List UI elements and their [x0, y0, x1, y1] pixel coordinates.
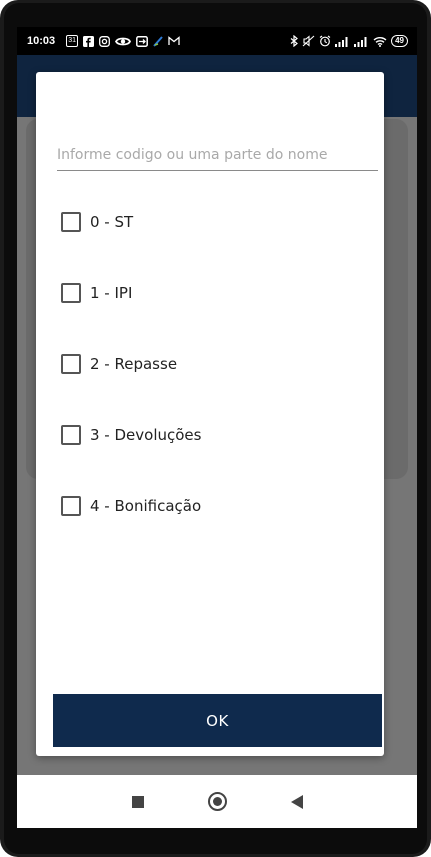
calendar-date: 31	[68, 37, 77, 44]
mute-icon	[302, 35, 315, 47]
search-input[interactable]	[57, 142, 378, 168]
checkbox[interactable]	[61, 212, 81, 232]
checkbox[interactable]	[61, 354, 81, 374]
status-time: 10:03	[27, 35, 56, 47]
option-item-ipi[interactable]: 1 - IPI	[61, 283, 361, 354]
option-item-st[interactable]: 0 - ST	[61, 212, 361, 283]
checkbox[interactable]	[61, 425, 81, 445]
option-label: 0 - ST	[90, 213, 134, 231]
option-item-bonificacao[interactable]: 4 - Bonificação	[61, 496, 361, 567]
back-icon[interactable]	[290, 794, 303, 809]
checkbox[interactable]	[61, 283, 81, 303]
wifi-icon	[373, 36, 387, 47]
search-field	[57, 142, 378, 171]
screen: 10:03 31 49 Informe codigo ou uma parte …	[17, 27, 417, 828]
select-dialog: 0 - ST 1 - IPI 2 - Repasse 3 - Devoluçõe…	[36, 72, 384, 756]
device-frame: 10:03 31 49 Informe codigo ou uma parte …	[0, 0, 431, 857]
home-icon[interactable]	[207, 792, 227, 811]
nav-bar	[17, 775, 417, 828]
option-label: 3 - Devoluções	[90, 426, 202, 444]
signal-icon	[354, 36, 369, 47]
facebook-icon	[83, 35, 95, 47]
option-label: 1 - IPI	[90, 284, 133, 302]
eye-icon	[115, 36, 132, 47]
option-list: 0 - ST 1 - IPI 2 - Repasse 3 - Devoluçõe…	[61, 212, 361, 567]
bluetooth-icon	[290, 35, 299, 47]
option-item-devolucoes[interactable]: 3 - Devoluções	[61, 425, 361, 496]
battery-icon: 49	[391, 35, 408, 47]
battery-level: 49	[395, 36, 404, 45]
option-item-repasse[interactable]: 2 - Repasse	[61, 354, 361, 425]
status-bar: 10:03 31 49	[17, 27, 417, 55]
option-label: 4 - Bonificação	[90, 497, 202, 515]
option-label: 2 - Repasse	[90, 355, 178, 373]
gmail-icon	[168, 36, 180, 46]
recents-icon[interactable]	[131, 795, 144, 808]
screen-mirror-icon	[136, 35, 149, 47]
instagram-icon	[99, 35, 111, 47]
shade-icon	[153, 35, 163, 47]
alarm-icon	[319, 35, 331, 47]
checkbox[interactable]	[61, 496, 81, 516]
status-right: 49	[290, 35, 408, 47]
signal-icon	[335, 36, 350, 47]
status-left: 10:03 31	[27, 35, 180, 47]
ok-button[interactable]: OK	[53, 694, 382, 747]
calendar-icon: 31	[66, 35, 79, 47]
